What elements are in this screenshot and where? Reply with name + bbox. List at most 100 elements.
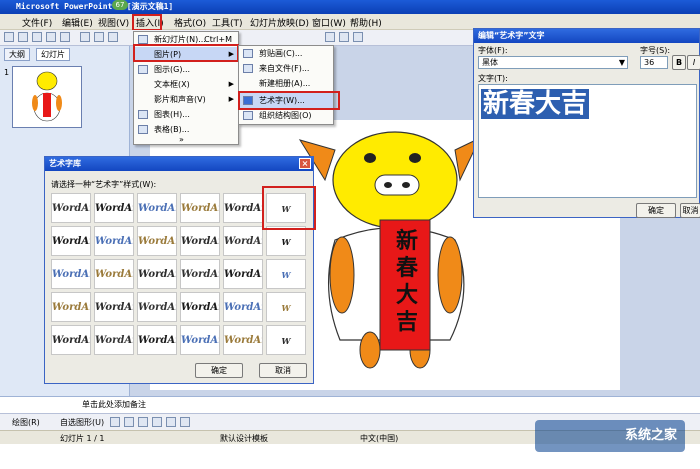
cut-icon[interactable]: [94, 32, 104, 42]
menu-view[interactable]: 视图(V): [98, 16, 129, 29]
notification-badge: 67: [112, 0, 128, 10]
wordart-style-r4-c3[interactable]: WordArt: [137, 292, 177, 322]
menu-help[interactable]: 帮助(H): [350, 16, 382, 29]
open-icon[interactable]: [18, 32, 28, 42]
wordart-gallery-dialog: 艺术字库× 请选择一种“艺术字”样式(W): WordArtWordArtWor…: [44, 156, 314, 384]
arrow-icon[interactable]: [124, 417, 134, 427]
size-label: 字号(S):: [640, 46, 671, 55]
wordart-style-grid: WordArtWordArtWordArtWordArtWordArtWWord…: [51, 193, 313, 361]
wordart-gallery-title: 艺术字库 ×: [45, 157, 313, 171]
menu-item-table[interactable]: 表格(B)...: [134, 122, 238, 137]
status-slide: 幻灯片 1 / 1: [60, 434, 105, 443]
font-select[interactable]: 黑体 ▼: [478, 56, 628, 69]
new-icon[interactable]: [4, 32, 14, 42]
status-template: 默认设计模板: [220, 434, 268, 443]
wordart-style-r1-c6[interactable]: W: [266, 193, 306, 223]
edit-ok-button[interactable]: 确定: [636, 203, 676, 218]
wordart-style-r1-c2[interactable]: WordArt: [94, 193, 134, 223]
wordart-style-r5-c3[interactable]: WordArt: [137, 325, 177, 355]
close-icon[interactable]: ×: [299, 158, 311, 169]
wordart-style-r2-c4[interactable]: WordArt: [180, 226, 220, 256]
menu-insert[interactable]: 插入(I): [136, 16, 164, 29]
menu-format[interactable]: 格式(O): [174, 16, 206, 29]
submenu-new-album[interactable]: 新建相册(A)...: [239, 76, 333, 91]
wordart-style-r2-c5[interactable]: WordArt: [223, 226, 263, 256]
save-icon[interactable]: [32, 32, 42, 42]
wordart-style-r3-c4[interactable]: WordArt: [180, 259, 220, 289]
wordart-style-r3-c6[interactable]: W: [266, 259, 306, 289]
edit-cancel-button[interactable]: 取消: [680, 203, 700, 218]
slide-thumbnail[interactable]: [12, 66, 82, 128]
bullets-icon[interactable]: [339, 32, 349, 42]
line-icon[interactable]: [110, 417, 120, 427]
wordart-style-r2-c6[interactable]: W: [266, 226, 306, 256]
pig-thumbnail-icon: [32, 71, 62, 122]
wordart-style-r2-c1[interactable]: WordArt: [51, 226, 91, 256]
menu-edit[interactable]: 编辑(E): [62, 16, 93, 29]
tab-outline[interactable]: 大纲: [4, 48, 30, 61]
wordart-style-r5-c1[interactable]: WordArt: [51, 325, 91, 355]
wordart-style-r1-c4[interactable]: WordArt: [180, 193, 220, 223]
wordart-style-r3-c1[interactable]: WordArt: [51, 259, 91, 289]
menu-item-movies-sounds[interactable]: 影片和声音(V) ▶: [134, 92, 238, 107]
wordart-style-r1-c3[interactable]: WordArt: [137, 193, 177, 223]
insert-menu: 新幻灯片(N)... Ctrl+M 图片(P) ▶ 图示(G)... 文本框(X)…: [133, 31, 239, 145]
submenu-wordart[interactable]: 艺术字(W)...: [239, 93, 333, 108]
wordart-style-r2-c3[interactable]: WordArt: [137, 226, 177, 256]
status-language: 中文(中国): [360, 434, 399, 443]
increase-font-icon[interactable]: [353, 32, 363, 42]
bold-button[interactable]: B: [672, 55, 686, 70]
rectangle-icon[interactable]: [138, 417, 148, 427]
menu-tools[interactable]: 工具(T): [212, 16, 243, 29]
wordart-style-r3-c3[interactable]: WordArt: [137, 259, 177, 289]
gallery-ok-button[interactable]: 确定: [195, 363, 243, 378]
wordart-style-r2-c2[interactable]: WordArt: [94, 226, 134, 256]
wordart-text-area[interactable]: 新春大吉: [478, 84, 697, 198]
pig-left-arm: [329, 236, 355, 314]
textbox-icon[interactable]: [166, 417, 176, 427]
copy-icon[interactable]: [108, 32, 118, 42]
wordart-style-r4-c2[interactable]: WordArt: [94, 292, 134, 322]
menu-item-new-slide[interactable]: 新幻灯片(N)... Ctrl+M: [134, 32, 238, 47]
notes-pane[interactable]: 单击此处添加备注: [0, 396, 700, 413]
menu-item-chart[interactable]: 图表(H)...: [134, 107, 238, 122]
wordart-style-r4-c6[interactable]: W: [266, 292, 306, 322]
submenu-org-chart[interactable]: 组织结构图(O): [239, 108, 333, 123]
wordart-style-r5-c6[interactable]: W: [266, 325, 306, 355]
wordart-style-r3-c2[interactable]: WordArt: [94, 259, 134, 289]
draw-menu[interactable]: 绘图(R): [12, 417, 40, 428]
autoshapes-menu[interactable]: 自选图形(U): [60, 417, 104, 428]
expand-menu-icon[interactable]: »: [179, 135, 184, 144]
gallery-cancel-button[interactable]: 取消: [259, 363, 307, 378]
wordart-style-r4-c1[interactable]: WordArt: [51, 292, 91, 322]
wordart-style-r5-c4[interactable]: WordArt: [180, 325, 220, 355]
banner-text[interactable]: 新 春 大 吉: [390, 228, 424, 336]
permission-icon[interactable]: [46, 32, 56, 42]
menu-window[interactable]: 窗口(W): [312, 16, 346, 29]
wordart-style-r4-c4[interactable]: WordArt: [180, 292, 220, 322]
wordart-style-r3-c5[interactable]: WordArt: [223, 259, 263, 289]
menu-item-textbox[interactable]: 文本框(X) ▶: [134, 77, 238, 92]
italic-button[interactable]: I: [687, 55, 700, 70]
wordart-style-r5-c2[interactable]: WordArt: [94, 325, 134, 355]
spelling-icon[interactable]: [80, 32, 90, 42]
tab-slides[interactable]: 幻灯片: [36, 48, 70, 61]
align-icon[interactable]: [325, 32, 335, 42]
menu-item-picture[interactable]: 图片(P) ▶: [134, 47, 238, 62]
watermark-logo: 系统之家: [535, 420, 685, 452]
oval-icon[interactable]: [152, 417, 162, 427]
size-select[interactable]: 36: [640, 56, 668, 69]
window-title: Microsoft PowerPoint - [演示文稿1]: [16, 2, 174, 11]
wordart-style-r5-c5[interactable]: WordArt: [223, 325, 263, 355]
menu-slideshow[interactable]: 幻灯片放映(D): [250, 16, 309, 29]
window-title-bar: Microsoft PowerPoint - [演示文稿1]: [0, 0, 700, 14]
submenu-clipart[interactable]: 剪贴画(C)...: [239, 46, 333, 61]
wordart-style-r1-c5[interactable]: WordArt: [223, 193, 263, 223]
wordart-icon[interactable]: [180, 417, 190, 427]
wordart-style-r4-c5[interactable]: WordArt: [223, 292, 263, 322]
print-icon[interactable]: [60, 32, 70, 42]
menu-item-diagram[interactable]: 图示(G)...: [134, 62, 238, 77]
submenu-from-file[interactable]: 来自文件(F)...: [239, 61, 333, 76]
menu-file[interactable]: 文件(F): [22, 16, 52, 29]
wordart-style-r1-c1[interactable]: WordArt: [51, 193, 91, 223]
